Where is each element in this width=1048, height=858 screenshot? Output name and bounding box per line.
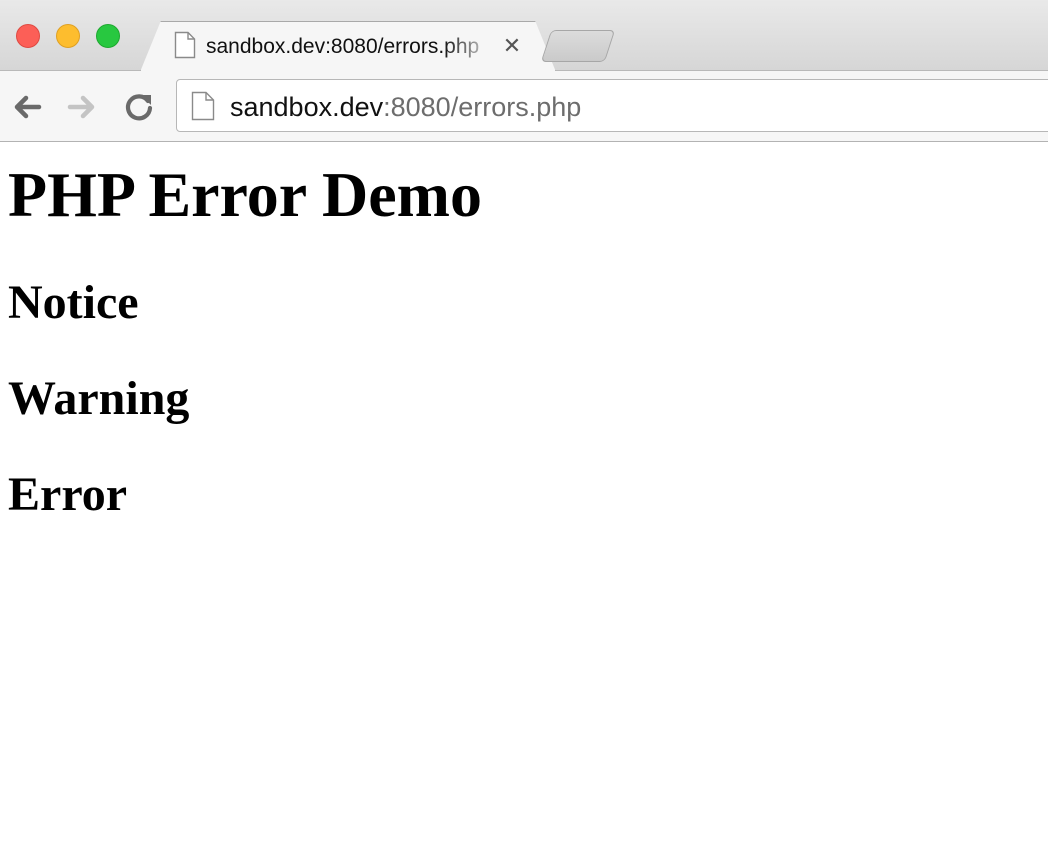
address-bar-url[interactable]: sandbox.dev:8080/errors.php — [230, 92, 581, 122]
url-host: sandbox.dev — [230, 92, 384, 122]
tab-close-icon[interactable]: ✕ — [500, 33, 524, 59]
address-bar[interactable]: sandbox.dev:8080/errors.php — [176, 79, 1048, 132]
forward-arrow-icon[interactable] — [64, 89, 100, 125]
tab-title: sandbox.dev:8080/errors.php — [206, 35, 480, 58]
page-title: PHP Error Demo — [8, 159, 482, 230]
url-path: :8080/errors.php — [383, 92, 582, 122]
window-close-button[interactable] — [16, 24, 40, 48]
section-heading-error: Error — [8, 468, 128, 521]
page-icon — [191, 91, 215, 126]
back-arrow-icon[interactable] — [9, 89, 45, 125]
browser-titlebar: sandbox.dev:8080/errors.php ✕ — [0, 0, 1048, 72]
section-heading-notice: Notice — [8, 276, 139, 329]
browser-toolbar: sandbox.dev:8080/errors.php — [0, 71, 1048, 142]
page-content: PHP Error Demo Notice Warning Error — [0, 142, 1048, 858]
page-icon — [174, 31, 196, 64]
window-minimize-button[interactable] — [56, 24, 80, 48]
browser-tab-content: sandbox.dev:8080/errors.php ✕ — [140, 21, 556, 72]
section-heading-warning: Warning — [8, 372, 190, 425]
reload-icon[interactable] — [121, 89, 157, 125]
new-tab-button[interactable] — [540, 30, 616, 62]
window-zoom-button[interactable] — [96, 24, 120, 48]
